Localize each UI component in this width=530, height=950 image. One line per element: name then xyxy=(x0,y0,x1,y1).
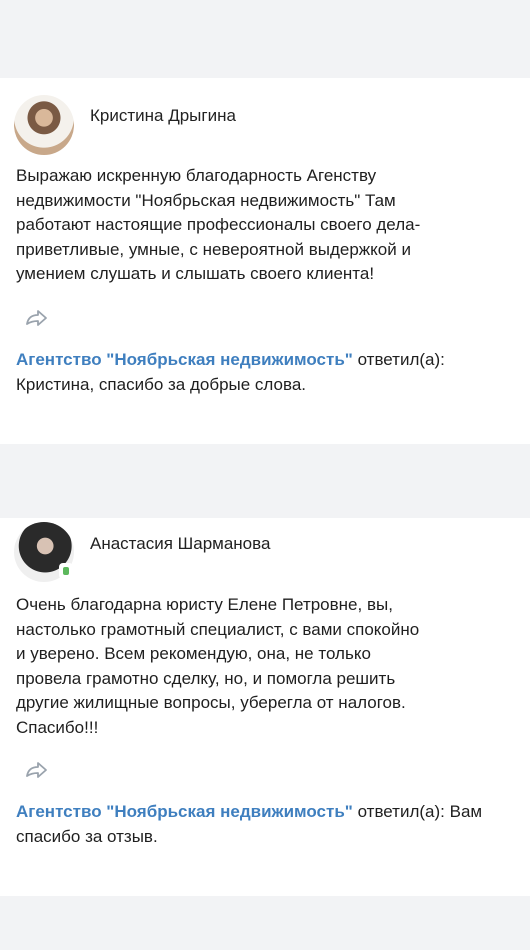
review-author-name[interactable]: Кристина Дрыгина xyxy=(90,106,236,126)
reply-verb: ответил(а): xyxy=(357,802,445,821)
share-icon[interactable] xyxy=(22,306,50,330)
reply-verb: ответил(а): xyxy=(357,350,445,369)
reply-author-link[interactable]: Агентство "Ноябрьская недвижимость" xyxy=(16,802,353,821)
avatar[interactable] xyxy=(14,95,74,155)
review-author-name[interactable]: Анастасия Шарманова xyxy=(90,534,270,554)
reply-text: Кристина, спасибо за добрые слова. xyxy=(16,374,307,394)
reply: Агентство "Ноябрьская недвижимость" отве… xyxy=(16,800,486,849)
share-icon[interactable] xyxy=(22,758,50,782)
online-indicator-icon xyxy=(60,564,72,578)
review-card: Кристина Дрыгина Выражаю искренную благо… xyxy=(0,78,530,444)
review-text: Выражаю искренную благодарность Агенству… xyxy=(16,166,421,283)
reply: Агентство "Ноябрьская недвижимость" отве… xyxy=(16,348,486,397)
reply-author-link[interactable]: Агентство "Ноябрьская недвижимость" xyxy=(16,350,353,369)
review-text: Очень благодарна юристу Елене Петровне, … xyxy=(16,595,420,737)
review-card: Анастасия Шарманова Очень благодарна юри… xyxy=(0,518,530,896)
